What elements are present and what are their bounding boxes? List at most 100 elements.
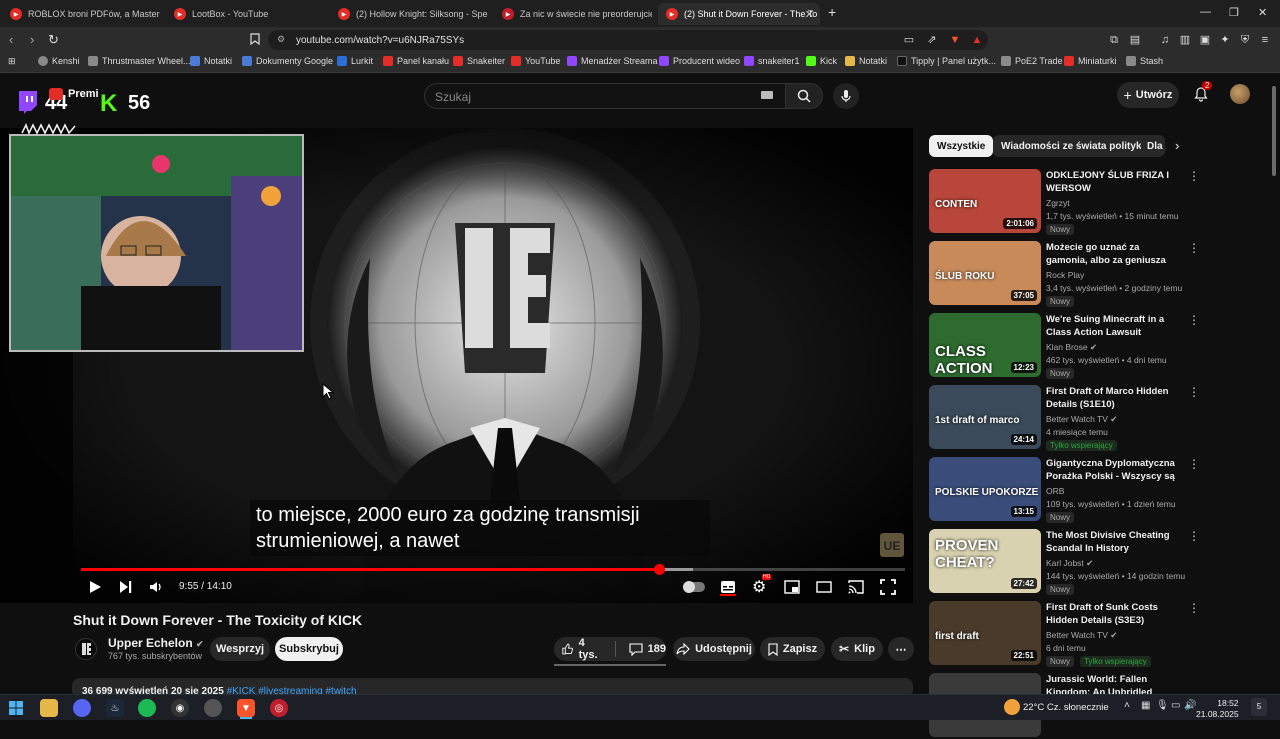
close-window-icon[interactable]: ✕: [1258, 6, 1267, 19]
more-options-icon[interactable]: ⋮: [1188, 241, 1200, 255]
channel-name[interactable]: Karl Jobst ✔: [1046, 558, 1093, 569]
bookmark-item[interactable]: Menadżer Streama: [567, 56, 658, 66]
video-title-link[interactable]: The Most Divisive Cheating Scandal In Hi…: [1046, 529, 1176, 555]
brave-browser-icon[interactable]: ▼: [237, 699, 255, 717]
system-clock[interactable]: 18:52 21.08.2025: [1196, 698, 1239, 720]
channel-name[interactable]: Zgrzyt: [1046, 198, 1070, 208]
microphone-icon[interactable]: 🎙: [1156, 700, 1169, 711]
bookmark-item[interactable]: YouTube: [511, 56, 560, 66]
recommended-video[interactable]: PROVEN CHEAT? 27:42 The Most Divisive Chea…: [929, 529, 1264, 595]
menu-icon[interactable]: ≡: [1258, 33, 1272, 47]
channel-avatar[interactable]: [75, 638, 97, 660]
bookmark-item[interactable]: Kick: [806, 56, 837, 66]
share-button[interactable]: Udostępnij: [673, 637, 755, 661]
search-button[interactable]: [785, 83, 823, 109]
settings-button[interactable]: ⚙ HD: [752, 574, 772, 596]
discord-icon[interactable]: [73, 699, 91, 717]
video-thumbnail[interactable]: POLSKIE UPOKORZE 13:15: [929, 457, 1041, 521]
voice-search-button[interactable]: [833, 83, 859, 109]
url-field[interactable]: ⚙ youtube.com/watch?v=u6NJRa75SYs: [268, 30, 988, 50]
recommended-video[interactable]: CLASS ACTION 12:23 We're Suing Minecraft i…: [929, 313, 1264, 379]
browser-tab[interactable]: ▶ ROBLOX broni PDFów, a Mastercard: [2, 3, 160, 25]
bookmark-item[interactable]: Lurkit: [337, 56, 373, 66]
cast-button[interactable]: [848, 578, 864, 596]
tray-app-icon[interactable]: ▦: [1141, 700, 1150, 711]
steam-icon[interactable]: ♨: [106, 699, 124, 717]
autoplay-toggle[interactable]: [683, 578, 705, 596]
bookmark-item[interactable]: Producent wideo: [659, 56, 740, 66]
support-button[interactable]: Wesprzyj: [210, 637, 270, 661]
obs-icon[interactable]: ◉: [171, 699, 189, 717]
apps-icon[interactable]: ⊞: [8, 56, 16, 67]
rewards-icon[interactable]: ▲: [970, 33, 984, 47]
close-tab-icon[interactable]: ✕: [805, 8, 814, 21]
create-button[interactable]: + Utwórz: [1117, 82, 1179, 108]
video-thumbnail[interactable]: 1st draft of marco 24:14: [929, 385, 1041, 449]
video-title-link[interactable]: We're Suing Minecraft in a Class Action …: [1046, 313, 1176, 339]
bookmark-item[interactable]: Notatki: [190, 56, 232, 66]
browser-tab[interactable]: ▶ (2) Hollow Knight: Silksong - Special: [330, 3, 488, 25]
channel-name[interactable]: Upper Echelon ✔: [108, 636, 204, 650]
bookmark-item[interactable]: Tipply | Panel użytk...: [897, 56, 996, 66]
forward-icon[interactable]: ›: [30, 32, 34, 47]
recommended-video[interactable]: first draft 22:51 First Draft of Sunk Cost…: [929, 601, 1264, 667]
search-input[interactable]: Szukaj: [424, 83, 786, 109]
comments-button[interactable]: 189: [629, 642, 666, 656]
bookmark-item[interactable]: snakeiter1: [744, 56, 800, 66]
volume-button[interactable]: [149, 578, 163, 596]
back-icon[interactable]: ‹: [9, 32, 13, 47]
save-button[interactable]: Zapisz: [760, 637, 825, 661]
bookmark-item[interactable]: Miniaturki: [1064, 56, 1117, 66]
vpn-icon[interactable]: ⛨: [1238, 33, 1252, 47]
reload-icon[interactable]: ↻: [48, 32, 59, 48]
video-title-link[interactable]: First Draft of Marco Hidden Details (S1E…: [1046, 385, 1176, 411]
video-thumbnail[interactable]: ŚLUB ROKU 37:05: [929, 241, 1041, 305]
bookmark-item[interactable]: Snakeiter: [453, 56, 505, 66]
weather-widget[interactable]: 22°C Cz. słonecznie: [1023, 702, 1109, 713]
notifications-button[interactable]: 2: [1193, 81, 1213, 107]
clip-button[interactable]: ✂ Klip: [831, 637, 883, 661]
bookmark-item[interactable]: Thrustmaster Wheel...: [88, 56, 191, 66]
reader-icon[interactable]: ▤: [1128, 33, 1142, 47]
more-actions-button[interactable]: ⋯: [888, 637, 914, 661]
miniplayer-button[interactable]: [784, 578, 800, 596]
subscribe-button[interactable]: Subskrybuj: [275, 637, 343, 661]
tray-chevron-icon[interactable]: ˄: [1124, 700, 1130, 711]
minimize-icon[interactable]: —: [1200, 6, 1211, 18]
more-options-icon[interactable]: ⋮: [1188, 457, 1200, 471]
video-thumbnail[interactable]: PROVEN CHEAT? 27:42: [929, 529, 1041, 593]
streaming-app-icon[interactable]: ◎: [270, 699, 288, 717]
bookmark-item[interactable]: PoE2 Trade: [1001, 56, 1063, 66]
share-icon[interactable]: ⇗: [925, 33, 939, 47]
fullscreen-button[interactable]: [880, 578, 896, 596]
progress-bar[interactable]: [81, 564, 905, 575]
recommended-video[interactable]: ŚLUB ROKU 37:05 Możecie go uznać za gamoni…: [929, 241, 1264, 307]
network-icon[interactable]: ▭: [1171, 700, 1180, 711]
channel-name[interactable]: Rock Play: [1046, 270, 1084, 280]
next-button[interactable]: [119, 578, 133, 596]
video-thumbnail[interactable]: CLASS ACTION 12:23: [929, 313, 1041, 377]
chip-politics-news[interactable]: Wiadomości ze świata polityki: [993, 135, 1153, 157]
site-settings-icon[interactable]: ⚙: [277, 34, 285, 45]
more-options-icon[interactable]: ⋮: [1188, 529, 1200, 543]
play-button[interactable]: [88, 578, 102, 596]
wallet-icon[interactable]: ▣: [1198, 33, 1212, 47]
video-title-link[interactable]: Gigantyczna Dyplomatyczna Porażka Polski…: [1046, 457, 1176, 484]
channel-name[interactable]: ORB: [1046, 486, 1064, 496]
channel-name[interactable]: Better Watch TV ✔: [1046, 630, 1117, 641]
ai-icon[interactable]: ✦: [1218, 33, 1232, 47]
sidebar-icon[interactable]: ▥: [1178, 33, 1192, 47]
recommended-video[interactable]: POLSKIE UPOKORZE 13:15 Gigantyczna Dyploma…: [929, 457, 1264, 523]
more-options-icon[interactable]: ⋮: [1188, 169, 1200, 183]
music-icon[interactable]: ♫: [1158, 33, 1172, 47]
video-thumbnail[interactable]: CONTEN 2:01:06: [929, 169, 1041, 233]
video-thumbnail[interactable]: first draft 22:51: [929, 601, 1041, 665]
like-button[interactable]: 4 tys.: [562, 637, 602, 661]
channel-name[interactable]: Kian Brose ✔: [1046, 342, 1097, 353]
restore-icon[interactable]: ❐: [1229, 6, 1239, 19]
more-options-icon[interactable]: ⋮: [1188, 601, 1200, 615]
page-scrollbar[interactable]: [1272, 86, 1276, 176]
windows-start-icon[interactable]: [7, 699, 25, 717]
bookmark-item[interactable]: Notatki: [845, 56, 887, 66]
chip-all[interactable]: Wszystkie: [929, 135, 994, 157]
